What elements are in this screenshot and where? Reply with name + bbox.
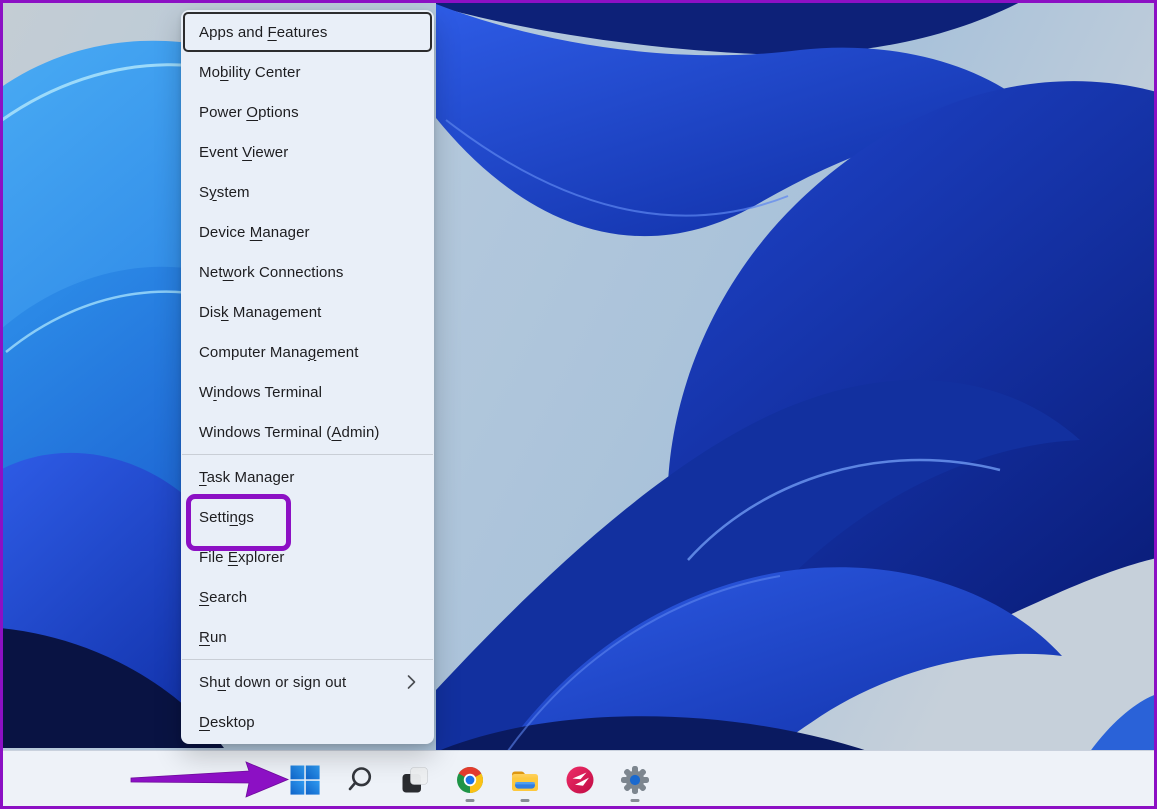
file-explorer-icon (510, 766, 540, 794)
menu-item-search[interactable]: Search (183, 577, 432, 617)
menu-item-desktop[interactable]: Desktop (183, 702, 432, 742)
menu-item-mobility-center[interactable]: Mobility Center (183, 52, 432, 92)
running-indicator (465, 799, 475, 802)
menu-item-windows-terminal-admin[interactable]: Windows Terminal (Admin) (183, 412, 432, 452)
taskbar-search-button[interactable] (338, 756, 382, 804)
menu-item-label: System (199, 183, 250, 201)
taskbar-file-explorer-button[interactable] (503, 756, 547, 804)
menu-item-label: Device Manager (199, 223, 310, 241)
menu-item-computer-management[interactable]: Computer Management (183, 332, 432, 372)
menu-item-label: Task Manager (199, 468, 295, 486)
menu-item-run[interactable]: Run (183, 617, 432, 657)
menu-item-label: Search (199, 588, 248, 606)
taskbar-skitch-button[interactable] (558, 756, 602, 804)
menu-item-label: Network Connections (199, 263, 344, 281)
menu-item-label: Desktop (199, 713, 255, 731)
search-icon (345, 765, 375, 795)
win-x-menu: Apps and Features Mobility Center Power Op… (181, 10, 434, 744)
taskbar-icon-strip (283, 751, 657, 809)
taskbar (0, 750, 1157, 809)
menu-item-label: File Explorer (199, 548, 285, 566)
menu-item-file-explorer[interactable]: File Explorer (183, 537, 432, 577)
menu-item-label: Power Options (199, 103, 299, 121)
menu-item-label: Apps and Features (199, 23, 328, 41)
taskbar-start-button[interactable] (283, 756, 327, 804)
menu-item-label: Run (199, 628, 227, 646)
menu-item-device-manager[interactable]: Device Manager (183, 212, 432, 252)
task-view-icon (400, 765, 430, 795)
menu-item-network-connections[interactable]: Network Connections (183, 252, 432, 292)
menu-item-shut-down-or-sign-out[interactable]: Shut down or sign out (183, 662, 432, 702)
running-indicator (520, 799, 530, 802)
taskbar-task-view-button[interactable] (393, 756, 437, 804)
taskbar-settings-button[interactable] (613, 756, 657, 804)
menu-item-label: Disk Management (199, 303, 322, 321)
menu-separator (182, 454, 433, 455)
menu-item-label: Computer Management (199, 343, 359, 361)
menu-item-apps-and-features[interactable]: Apps and Features (183, 12, 432, 52)
menu-item-event-viewer[interactable]: Event Viewer (183, 132, 432, 172)
desktop-screen: Apps and Features Mobility Center Power Op… (0, 0, 1157, 809)
menu-item-task-manager[interactable]: Task Manager (183, 457, 432, 497)
running-indicator (630, 799, 640, 802)
start-icon (290, 765, 320, 795)
menu-item-label: Event Viewer (199, 143, 289, 161)
desktop-wallpaper (0, 0, 1157, 806)
menu-item-settings[interactable]: Settings (183, 497, 432, 537)
menu-item-system[interactable]: System (183, 172, 432, 212)
menu-item-windows-terminal[interactable]: Windows Terminal (183, 372, 432, 412)
taskbar-chrome-button[interactable] (448, 756, 492, 804)
menu-item-label: Settings (199, 508, 255, 526)
menu-item-label: Windows Terminal (Admin) (199, 423, 380, 441)
skitch-icon (565, 765, 595, 795)
menu-item-label: Shut down or sign out (199, 673, 347, 691)
menu-item-power-options[interactable]: Power Options (183, 92, 432, 132)
chevron-right-icon (407, 675, 416, 689)
menu-item-disk-management[interactable]: Disk Management (183, 292, 432, 332)
menu-item-label: Mobility Center (199, 63, 301, 81)
menu-item-label: Windows Terminal (199, 383, 323, 401)
chrome-icon (455, 765, 485, 795)
menu-separator (182, 659, 433, 660)
settings-icon (620, 765, 650, 795)
